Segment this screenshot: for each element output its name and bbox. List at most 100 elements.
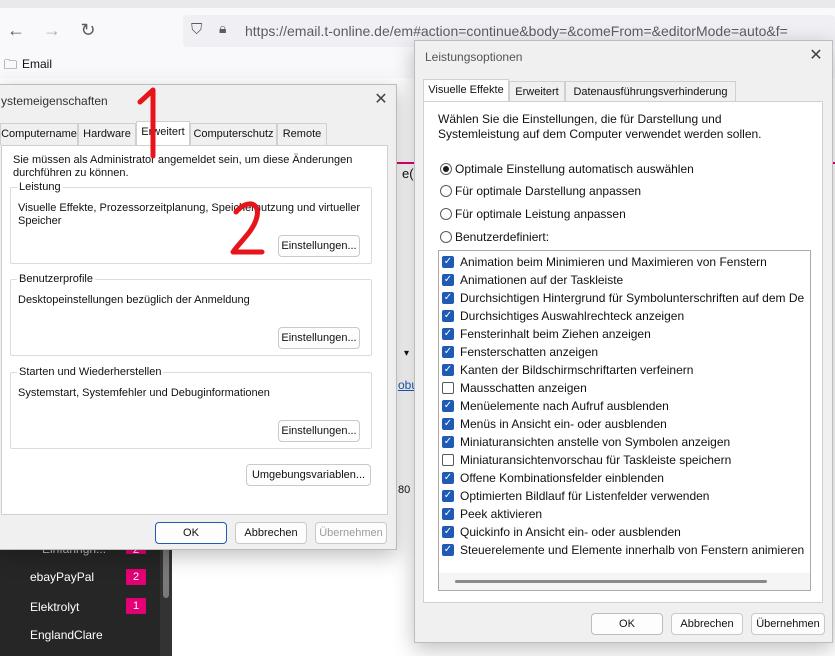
radio-option-auto[interactable]: Optimale Einstellung automatisch auswähl… bbox=[440, 160, 800, 178]
effect-item[interactable]: ✓ Menüelemente nach Aufruf ausblenden bbox=[442, 397, 810, 415]
checkbox[interactable]: ✓ bbox=[442, 526, 454, 538]
radio-group: Optimale Einstellung automatisch auswähl… bbox=[440, 160, 800, 246]
effect-item[interactable]: ✓ Peek aktivieren bbox=[442, 505, 810, 523]
dialog-title: ystemeigenschaften bbox=[1, 94, 108, 108]
tab-bar: Visuelle Effekte Erweitert Datenausführu… bbox=[423, 79, 823, 103]
group-title: Benutzerprofile bbox=[17, 273, 95, 285]
checkbox[interactable] bbox=[442, 454, 454, 466]
reload-icon[interactable]: ↻ bbox=[76, 18, 100, 42]
url-text[interactable]: https://email.t-online.de/em#action=cont… bbox=[245, 23, 788, 39]
tab-bar: Computername Hardware Erweitert Computer… bbox=[0, 121, 398, 147]
ok-button[interactable]: OK bbox=[591, 613, 663, 635]
forward-icon[interactable]: → bbox=[40, 18, 64, 42]
group-title: Leistung bbox=[17, 181, 63, 193]
group-text: Desktopeinstellungen bezüglich der Anmel… bbox=[18, 294, 250, 306]
back-icon[interactable]: ← bbox=[4, 18, 28, 42]
folder-item-ebaypaypal[interactable]: ebayPayPal bbox=[30, 570, 94, 584]
checkbox[interactable]: ✓ bbox=[442, 364, 454, 376]
checkbox[interactable]: ✓ bbox=[442, 508, 454, 520]
effects-list: ✓ Animation beim Minimieren und Maximiere… bbox=[438, 250, 811, 591]
effect-item[interactable]: ✓ Optimierten Bildlauf für Listenfelder v… bbox=[442, 487, 810, 505]
group-title: Starten und Wiederherstellen bbox=[17, 366, 164, 378]
radio-button[interactable] bbox=[440, 185, 452, 197]
effect-item[interactable]: Miniaturansichtenvorschau für Taskleiste… bbox=[442, 451, 810, 469]
tab-panel: Wählen Sie die Einstellungen, die für Da… bbox=[423, 101, 823, 603]
sidebar-scrollbar[interactable] bbox=[160, 540, 172, 656]
folder-count-badge: 2 bbox=[126, 569, 146, 585]
effect-item[interactable]: ✓ Fensterschatten anzeigen bbox=[442, 343, 810, 361]
close-icon[interactable]: ✕ bbox=[808, 48, 824, 64]
chevron-down-icon[interactable]: ▾ bbox=[404, 348, 409, 359]
checkbox[interactable]: ✓ bbox=[442, 346, 454, 358]
checkbox[interactable]: ✓ bbox=[442, 292, 454, 304]
tab-strip bbox=[0, 0, 835, 8]
environment-variables-button[interactable]: Umgebungsvariablen... bbox=[246, 464, 371, 486]
effect-item[interactable]: ✓ Durchsichtigen Hintergrund für Symbolun… bbox=[442, 289, 810, 307]
checkbox[interactable]: ✓ bbox=[442, 310, 454, 322]
tab-dep[interactable]: Datenausführungsverhinderung bbox=[565, 81, 736, 103]
radio-label: Für optimale Leistung anpassen bbox=[455, 207, 626, 221]
tab-erweitert[interactable]: Erweitert bbox=[136, 121, 190, 145]
radio-option-performance[interactable]: Für optimale Leistung anpassen bbox=[440, 205, 800, 223]
checkbox[interactable]: ✓ bbox=[442, 490, 454, 502]
folder-sidebar: Einfahrign... 2 ebayPayPal 2 Elektrolyt … bbox=[0, 540, 172, 656]
effect-item[interactable]: ✓ Offene Kombinationsfelder einblenden bbox=[442, 469, 810, 487]
group-text: Visuelle Effekte, Prozessorzeitplanung, … bbox=[18, 202, 361, 227]
effect-item[interactable]: ✓ Durchsichtiges Auswahlrechteck anzeigen bbox=[442, 307, 810, 325]
tab-computerschutz[interactable]: Computerschutz bbox=[190, 123, 277, 145]
folder-item-elektrolyt[interactable]: Elektrolyt bbox=[30, 600, 79, 614]
horizontal-scrollbar[interactable] bbox=[439, 573, 810, 590]
radio-button[interactable] bbox=[440, 208, 452, 220]
effect-item[interactable]: ✓ Fensterinhalt beim Ziehen anzeigen bbox=[442, 325, 810, 343]
profiles-settings-button[interactable]: Einstellungen... bbox=[278, 327, 360, 349]
checkbox[interactable] bbox=[442, 382, 454, 394]
group-text: Systemstart, Systemfehler und Debuginfor… bbox=[18, 387, 270, 399]
group-startup-recovery: Starten und Wiederherstellen Systemstart… bbox=[10, 366, 372, 449]
checkbox[interactable]: ✓ bbox=[442, 544, 454, 556]
checkbox[interactable]: ✓ bbox=[442, 328, 454, 340]
checkbox[interactable]: ✓ bbox=[442, 472, 454, 484]
checkbox[interactable]: ✓ bbox=[442, 400, 454, 412]
radio-label: Benutzerdefiniert: bbox=[455, 230, 550, 244]
intro-text: Wählen Sie die Einstellungen, die für Da… bbox=[438, 112, 762, 141]
effect-item[interactable]: ✓ Animation beim Minimieren und Maximiere… bbox=[442, 253, 810, 271]
bookmark-email[interactable]: Email bbox=[22, 57, 52, 71]
effect-item[interactable]: ✓ Menüs in Ansicht ein- oder ausblenden bbox=[442, 415, 810, 433]
effect-item[interactable]: ✓ Animationen auf der Taskleiste bbox=[442, 271, 810, 289]
close-icon[interactable]: ✕ bbox=[373, 92, 389, 108]
startup-settings-button[interactable]: Einstellungen... bbox=[278, 420, 360, 442]
effect-item[interactable]: ✓ Steuerelemente und Elemente innerhalb v… bbox=[442, 541, 810, 559]
apply-button[interactable]: Übernehmen bbox=[751, 613, 825, 635]
tab-visual-effects[interactable]: Visuelle Effekte bbox=[423, 79, 509, 103]
effect-item[interactable]: ✓ Miniaturansichten anstelle von Symbolen… bbox=[442, 433, 810, 451]
cancel-button[interactable]: Abbrechen bbox=[235, 522, 307, 544]
effect-item[interactable]: ✓ Kanten der Bildschirmschriftarten verfe… bbox=[442, 361, 810, 379]
effect-item[interactable]: Mausschatten anzeigen bbox=[442, 379, 810, 397]
radio-button[interactable] bbox=[440, 231, 452, 243]
scrollbar-thumb[interactable] bbox=[163, 542, 169, 598]
radio-option-appearance[interactable]: Für optimale Darstellung anpassen bbox=[440, 182, 800, 200]
checkbox[interactable]: ✓ bbox=[442, 274, 454, 286]
checkbox[interactable]: ✓ bbox=[442, 418, 454, 430]
ok-button[interactable]: OK bbox=[155, 522, 227, 544]
dialog-title: Leistungsoptionen bbox=[425, 50, 523, 64]
shield-icon[interactable]: ⛉ bbox=[191, 21, 202, 38]
performance-settings-button[interactable]: Einstellungen... bbox=[278, 235, 360, 257]
folder-item-englandclare[interactable]: EnglandClare bbox=[30, 628, 103, 642]
cancel-button[interactable]: Abbrechen bbox=[671, 613, 743, 635]
apply-button[interactable]: Übernehmen bbox=[315, 522, 387, 544]
admin-note: Sie müssen als Administrator angemeldet … bbox=[13, 154, 353, 179]
radio-option-custom[interactable]: Benutzerdefiniert: bbox=[440, 228, 800, 246]
group-user-profiles: Benutzerprofile Desktopeinstellungen bez… bbox=[10, 273, 372, 356]
checkbox[interactable]: ✓ bbox=[442, 436, 454, 448]
checkbox[interactable]: ✓ bbox=[442, 256, 454, 268]
effect-item[interactable]: ✓ Quickinfo in Ansicht ein- oder ausblend… bbox=[442, 523, 810, 541]
tab-remote[interactable]: Remote bbox=[277, 123, 327, 145]
tab-hardware[interactable]: Hardware bbox=[78, 123, 136, 145]
tab-computername[interactable]: Computername bbox=[0, 123, 78, 145]
radio-label: Optimale Einstellung automatisch auswähl… bbox=[455, 162, 694, 176]
radio-button[interactable] bbox=[440, 163, 452, 175]
scrollbar-thumb[interactable] bbox=[455, 580, 767, 583]
performance-options-dialog: Leistungsoptionen ✕ Visuelle Effekte Erw… bbox=[414, 40, 833, 643]
tab-advanced[interactable]: Erweitert bbox=[509, 81, 565, 103]
